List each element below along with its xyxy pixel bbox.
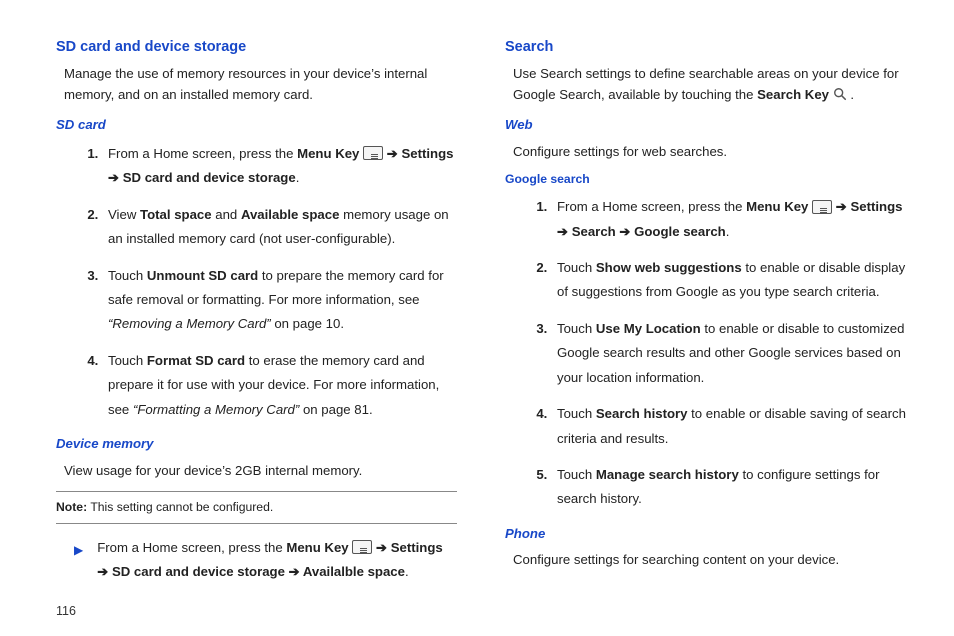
text: From a Home screen, press the bbox=[557, 199, 746, 214]
text: Touch bbox=[108, 353, 147, 368]
text: Touch bbox=[557, 406, 596, 421]
device-memory-intro: View usage for your device’s 2GB interna… bbox=[64, 461, 457, 481]
text: From a Home screen, press the Menu Key ➔… bbox=[97, 536, 457, 585]
use-location-label: Use My Location bbox=[596, 321, 701, 336]
search-intro: Use Search settings to define searchable… bbox=[513, 64, 906, 105]
page-number: 116 bbox=[56, 604, 76, 618]
note-box: Note: This setting cannot be configured. bbox=[56, 491, 457, 524]
text: . bbox=[296, 170, 300, 185]
list-item: Touch Use My Location to enable or disab… bbox=[551, 317, 906, 390]
phone-intro: Configure settings for searching content… bbox=[513, 550, 906, 570]
show-suggestions-label: Show web suggestions bbox=[596, 260, 742, 275]
menu-key-icon bbox=[363, 146, 383, 160]
text: From a Home screen, press the bbox=[108, 146, 297, 161]
triangle-bullet-icon: ▶ bbox=[74, 539, 83, 585]
web-intro: Configure settings for web searches. bbox=[513, 142, 906, 162]
arrow-icon: ➔ bbox=[557, 224, 572, 239]
available-space-label: Availalble space bbox=[303, 564, 405, 579]
heading-google-search: Google search bbox=[505, 170, 906, 189]
unmount-label: Unmount SD card bbox=[147, 268, 258, 283]
manage-history-label: Manage search history bbox=[596, 467, 739, 482]
sd-storage-label: SD card and device storage bbox=[112, 564, 285, 579]
note-text: This setting cannot be configured. bbox=[87, 500, 273, 514]
arrow-icon: ➔ bbox=[383, 146, 401, 161]
text: Touch bbox=[557, 321, 596, 336]
list-item: Touch Search history to enable or disabl… bbox=[551, 402, 906, 451]
manual-page: SD card and device storage Manage the us… bbox=[0, 0, 954, 595]
total-space-label: Total space bbox=[140, 207, 212, 222]
heading-search: Search bbox=[505, 36, 906, 58]
list-item: Touch Manage search history to configure… bbox=[551, 463, 906, 512]
sd-storage-label: SD card and device storage bbox=[123, 170, 296, 185]
list-item: Touch Unmount SD card to prepare the mem… bbox=[102, 264, 457, 337]
heading-device-memory: Device memory bbox=[56, 434, 457, 454]
heading-sd-card: SD card bbox=[56, 115, 457, 135]
search-label: Search bbox=[572, 224, 616, 239]
text: View bbox=[108, 207, 140, 222]
format-label: Format SD card bbox=[147, 353, 245, 368]
arrow-icon: ➔ bbox=[285, 564, 303, 579]
menu-key-icon bbox=[812, 200, 832, 214]
text: Touch bbox=[557, 467, 596, 482]
text: Touch bbox=[557, 260, 596, 275]
search-history-label: Search history bbox=[596, 406, 688, 421]
list-item: View Total space and Available space mem… bbox=[102, 203, 457, 252]
heading-sd-storage: SD card and device storage bbox=[56, 36, 457, 58]
text: on page 10. bbox=[271, 316, 344, 331]
left-column: SD card and device storage Manage the us… bbox=[56, 36, 457, 585]
right-column: Search Use Search settings to define sea… bbox=[505, 36, 906, 585]
settings-label: Settings bbox=[850, 199, 902, 214]
arrow-icon: ➔ bbox=[372, 540, 390, 555]
text: Touch bbox=[108, 268, 147, 283]
device-memory-step: ▶ From a Home screen, press the Menu Key… bbox=[74, 536, 457, 585]
xref: “Removing a Memory Card” bbox=[108, 316, 271, 331]
sd-card-steps: From a Home screen, press the Menu Key ➔… bbox=[56, 142, 457, 422]
arrow-icon: ➔ bbox=[616, 224, 634, 239]
settings-label: Settings bbox=[401, 146, 453, 161]
text: . bbox=[726, 224, 730, 239]
arrow-icon: ➔ bbox=[832, 199, 850, 214]
list-item: From a Home screen, press the Menu Key ➔… bbox=[551, 195, 906, 244]
sd-storage-intro: Manage the use of memory resources in yo… bbox=[64, 64, 457, 105]
menu-key-label: Menu Key bbox=[746, 199, 808, 214]
search-key-icon bbox=[833, 87, 847, 101]
arrow-icon: ➔ bbox=[108, 170, 123, 185]
menu-key-icon bbox=[352, 540, 372, 554]
xref: “Formatting a Memory Card” bbox=[133, 402, 299, 417]
menu-key-label: Menu Key bbox=[297, 146, 359, 161]
text: on page 81. bbox=[299, 402, 372, 417]
text: . bbox=[405, 564, 409, 579]
text: and bbox=[212, 207, 241, 222]
google-search-label: Google search bbox=[634, 224, 726, 239]
search-key-label: Search Key bbox=[757, 87, 829, 102]
heading-phone: Phone bbox=[505, 524, 906, 544]
google-search-steps: From a Home screen, press the Menu Key ➔… bbox=[505, 195, 906, 512]
text: From a Home screen, press the bbox=[97, 540, 286, 555]
arrow-icon: ➔ bbox=[97, 564, 112, 579]
list-item: Touch Format SD card to erase the memory… bbox=[102, 349, 457, 422]
menu-key-label: Menu Key bbox=[286, 540, 348, 555]
settings-label: Settings bbox=[391, 540, 443, 555]
available-space-label: Available space bbox=[241, 207, 339, 222]
note-label: Note: bbox=[56, 500, 87, 514]
text: . bbox=[847, 87, 854, 102]
heading-web: Web bbox=[505, 115, 906, 135]
list-item: Touch Show web suggestions to enable or … bbox=[551, 256, 906, 305]
list-item: From a Home screen, press the Menu Key ➔… bbox=[102, 142, 457, 191]
